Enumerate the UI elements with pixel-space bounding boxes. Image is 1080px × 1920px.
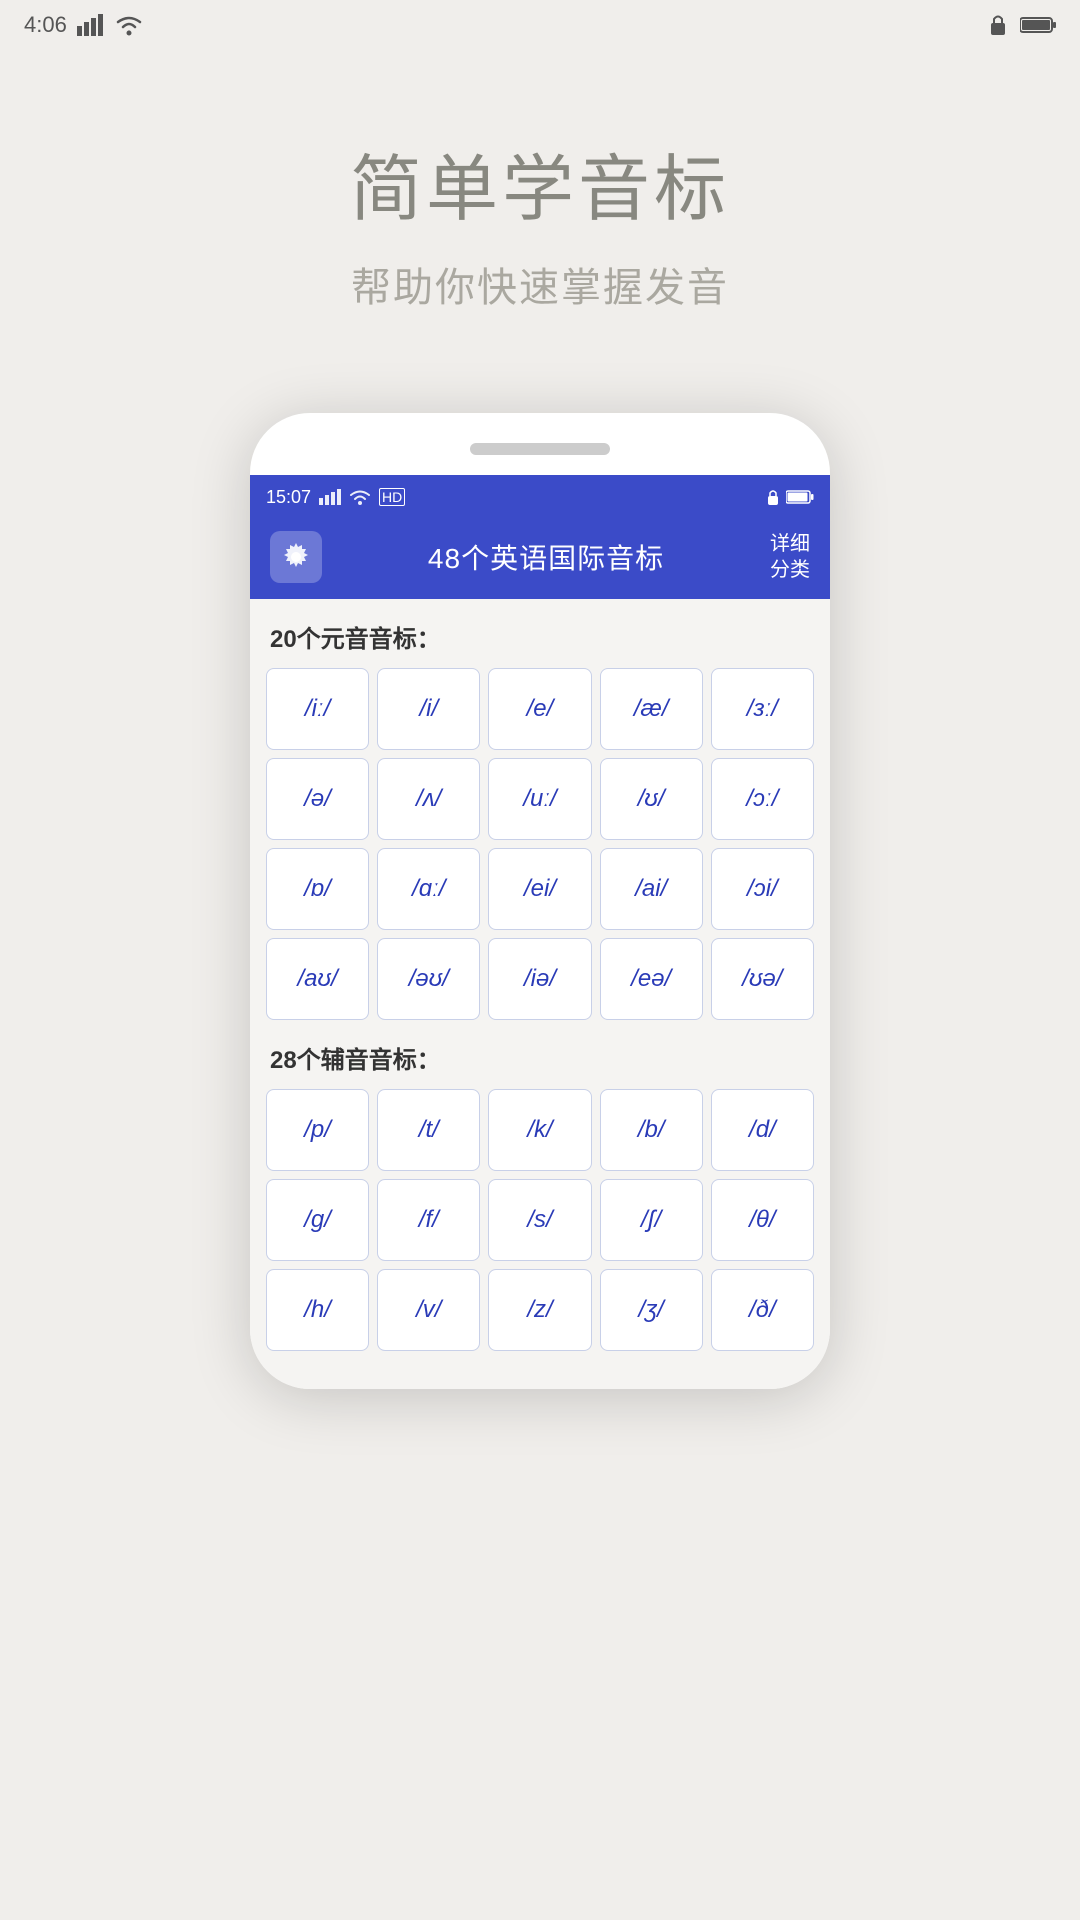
hero-subtitle: 帮助你快速掌握发音 [0,255,1080,313]
phoneme-ua[interactable]: /ʊə/ [711,938,814,1020]
phoneme-ur[interactable]: /uː/ [488,758,591,840]
phone-notch [470,443,610,455]
vowel-row-3: /ɒ/ /ɑː/ /ei/ /ai/ /ɔi/ [266,848,814,930]
phoneme-t[interactable]: /t/ [377,1089,480,1171]
gear-icon [280,541,312,573]
phoneme-ai[interactable]: /ai/ [600,848,703,930]
app-wifi-icon [349,489,371,505]
hero-section: 简单学音标 帮助你快速掌握发音 [0,50,1080,373]
phoneme-zh[interactable]: /ʒ/ [600,1269,703,1351]
battery-icon [1020,16,1056,34]
phoneme-sh[interactable]: /ʃ/ [600,1179,703,1261]
phoneme-s[interactable]: /s/ [488,1179,591,1261]
phoneme-eth[interactable]: /ð/ [711,1269,814,1351]
phoneme-ia[interactable]: /iə/ [488,938,591,1020]
vowel-row-1: /iː/ /i/ /e/ /æ/ /ɜː/ [266,668,814,750]
phoneme-or[interactable]: /ɔː/ [711,758,814,840]
app-signal-icon [319,489,341,505]
app-lock-icon [766,488,780,506]
phoneme-f[interactable]: /f/ [377,1179,480,1261]
status-bar-right [988,13,1056,37]
vowel-row-4: /aʊ/ /əʊ/ /iə/ /eə/ /ʊə/ [266,938,814,1020]
phoneme-ei[interactable]: /ei/ [488,848,591,930]
phoneme-upsilon[interactable]: /ʊ/ [600,758,703,840]
phoneme-schwa[interactable]: /ə/ [266,758,369,840]
phone-mockup: 15:07 HD [250,413,830,1389]
app-status-right [766,488,814,506]
phoneme-i[interactable]: /i/ [377,668,480,750]
wifi-icon [115,14,143,36]
status-bar-left: 4:06 [24,12,143,38]
consonant-row-1: /p/ /t/ /k/ /b/ /d/ [266,1089,814,1171]
phoneme-theta[interactable]: /θ/ [711,1179,814,1261]
app-status-bar: 15:07 HD [250,475,830,519]
app-content: 20个元音音标： /iː/ /i/ /e/ /æ/ /ɜː/ /ə/ /ʌ/ /… [250,599,830,1389]
phoneme-h[interactable]: /h/ [266,1269,369,1351]
app-header: 48个英语国际音标 详细分类 [250,519,830,599]
gear-button[interactable] [270,531,322,583]
phoneme-3r[interactable]: /ɜː/ [711,668,814,750]
detail-button[interactable]: 详细分类 [770,531,810,583]
app-title: 48个英语国际音标 [428,537,664,577]
hero-title: 简单学音标 [0,130,1080,235]
phoneme-ii[interactable]: /iː/ [266,668,369,750]
phoneme-wedge[interactable]: /ʌ/ [377,758,480,840]
phoneme-oi[interactable]: /ɔi/ [711,848,814,930]
phoneme-ea[interactable]: /eə/ [600,938,703,1020]
lock-icon [988,13,1008,37]
system-status-bar: 4:06 [0,0,1080,50]
phoneme-b[interactable]: /b/ [600,1089,703,1171]
app-status-hd: HD [379,488,405,506]
phoneme-e[interactable]: /e/ [488,668,591,750]
phoneme-ae[interactable]: /æ/ [600,668,703,750]
status-time: 4:06 [24,12,67,38]
phoneme-v[interactable]: /v/ [377,1269,480,1351]
consonant-section-title: 28个辅音音标： [270,1040,814,1075]
phoneme-z[interactable]: /z/ [488,1269,591,1351]
consonant-row-3: /h/ /v/ /z/ /ʒ/ /ð/ [266,1269,814,1351]
phoneme-p[interactable]: /p/ [266,1089,369,1171]
consonant-row-2: /g/ /f/ /s/ /ʃ/ /θ/ [266,1179,814,1261]
phoneme-ar[interactable]: /ɑː/ [377,848,480,930]
phoneme-k[interactable]: /k/ [488,1089,591,1171]
vowel-row-2: /ə/ /ʌ/ /uː/ /ʊ/ /ɔː/ [266,758,814,840]
phoneme-ou[interactable]: /əʊ/ [377,938,480,1020]
signal-icon [77,14,105,36]
phoneme-D[interactable]: /ɒ/ [266,848,369,930]
phoneme-d[interactable]: /d/ [711,1089,814,1171]
app-battery-icon [786,490,814,504]
phoneme-au[interactable]: /aʊ/ [266,938,369,1020]
phoneme-g[interactable]: /g/ [266,1179,369,1261]
app-status-time: 15:07 [266,487,311,508]
phone-mockup-wrapper: 15:07 HD [0,413,1080,1389]
vowel-section-title: 20个元音音标： [270,619,814,654]
app-status-left: 15:07 HD [266,487,405,508]
